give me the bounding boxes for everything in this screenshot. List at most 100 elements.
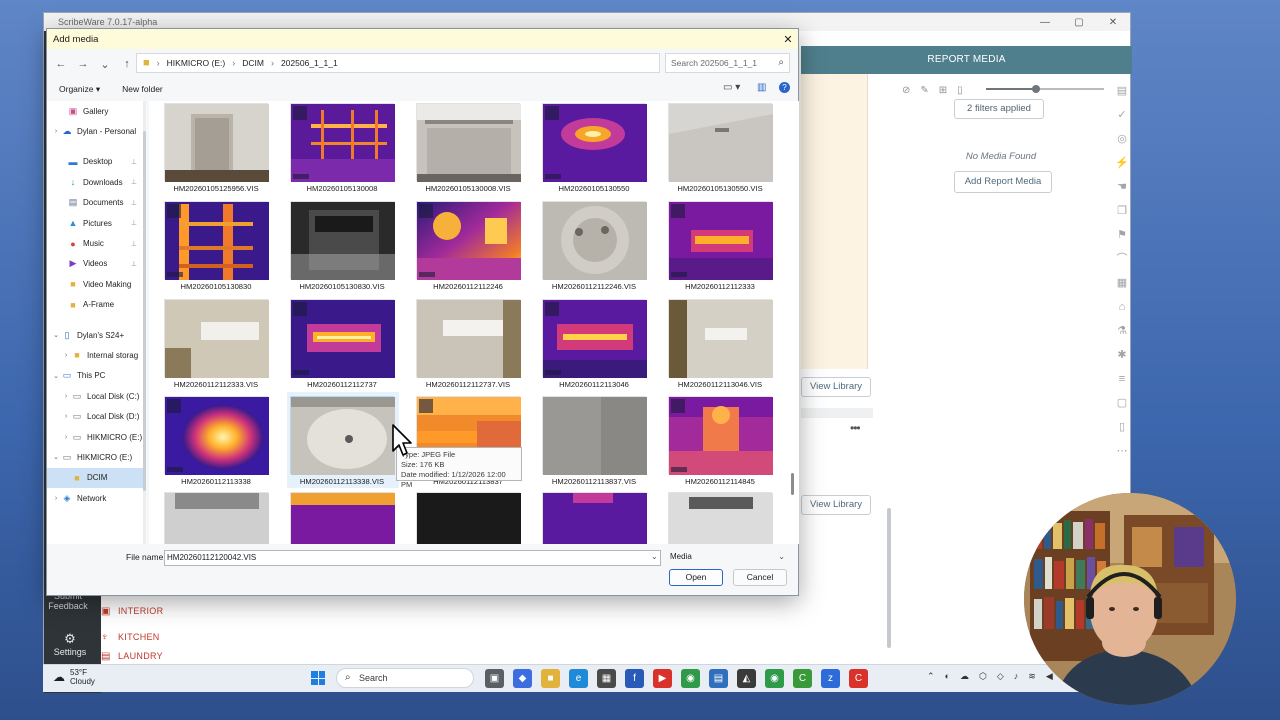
volume-icon[interactable]: ◀ (1046, 671, 1053, 682)
file-tile[interactable] (275, 490, 397, 544)
nav-item[interactable]: › ■ Internal storag (47, 345, 143, 365)
navigation-scrollbar[interactable] (143, 101, 146, 544)
slider-handle[interactable] (1031, 85, 1040, 93)
room-laundry[interactable]: ▤ LAUNDRY (101, 651, 261, 663)
preview-pane-icon[interactable]: ▥ (757, 82, 766, 93)
scribeware-icon[interactable]: C (849, 669, 868, 688)
nav-item[interactable]: ■ Video Making (47, 274, 143, 294)
nav-item[interactable]: ▤ Documents ⊥ (47, 193, 143, 213)
file-tile[interactable]: HM20260112113837.VIS (527, 394, 649, 490)
view-library-button-2[interactable]: View Library (801, 495, 871, 515)
hand-icon[interactable]: ☚ (1117, 179, 1127, 195)
maximize-button[interactable]: ▢ (1062, 17, 1096, 28)
microphone-icon[interactable]: ♪ (1014, 671, 1019, 682)
nav-item[interactable]: ■ A-Frame (47, 295, 143, 315)
store-icon[interactable]: ▦ (597, 669, 616, 688)
file-grid-scrollbar[interactable] (790, 101, 796, 544)
breadcrumb-drive[interactable]: HIKMICRO (E:) (167, 58, 226, 68)
file-explorer-icon[interactable]: ■ (541, 669, 560, 688)
grid-icon[interactable]: ▦ (1117, 275, 1127, 291)
file-tile[interactable]: HM20260112113338.VIS (275, 392, 399, 490)
camtasia-icon[interactable]: C (793, 669, 812, 688)
open-button[interactable]: Open (669, 569, 723, 586)
search-input[interactable]: Search 202506_1_1_1 ⌕ (665, 53, 790, 73)
edge-icon[interactable]: e (569, 669, 588, 688)
room-interior[interactable]: ▣ INTERIOR (101, 600, 261, 622)
settings-button[interactable]: ⚙ Settings (48, 631, 92, 657)
panel-icon[interactable]: ▤ (1117, 83, 1127, 99)
chevron-up-icon[interactable]: ⌃ (927, 671, 935, 682)
file-type-select[interactable]: Media ⌄ (667, 550, 789, 566)
file-tile[interactable]: HM20260112112333.VIS (149, 297, 271, 393)
weather-widget[interactable]: ☁ 53°F Cloudy (53, 668, 95, 686)
close-button[interactable]: ✕ (1096, 17, 1130, 28)
nav-item[interactable]: ▣ Gallery (47, 101, 143, 121)
bug-icon[interactable]: ✱ (1117, 347, 1126, 363)
scroll-thumb[interactable] (791, 473, 794, 495)
start-button[interactable] (311, 671, 325, 685)
back-icon[interactable]: ← (50, 58, 72, 70)
copy-icon[interactable]: ❐ (1117, 203, 1127, 219)
file-tile[interactable]: HM20260112113046.VIS (653, 297, 775, 393)
nav-item[interactable]: › ◈ Network (47, 488, 143, 508)
room-kitchen[interactable]: ♆ KITCHEN (101, 626, 261, 648)
flask-icon[interactable]: ⚗ (1117, 323, 1127, 339)
zoom-icon[interactable]: z (821, 669, 840, 688)
chevron-icon[interactable]: › (51, 495, 61, 502)
nav-item[interactable]: ■ DCIM (47, 467, 143, 489)
tray-app-icon[interactable]: ◐ (945, 671, 950, 682)
file-tile[interactable]: HM20260112112737 (275, 297, 397, 393)
file-tile[interactable]: HM20260105130008.VIS (401, 101, 523, 197)
nav-item[interactable]: › ▭ HIKMICRO (E:) (47, 427, 143, 447)
file-tile[interactable]: HM20260112113338 (149, 394, 271, 490)
nav-item[interactable]: › ▭ Local Disk (D:) (47, 406, 143, 426)
plug-icon[interactable]: ⚡ (1115, 155, 1129, 171)
file-tile[interactable]: HM20260105130550 (527, 101, 649, 197)
file-name-input[interactable]: HM20260112120042.VIS (164, 550, 661, 566)
nav-item[interactable]: ▬ Desktop ⊥ (47, 152, 143, 172)
check-icon[interactable]: ✓ (1117, 107, 1126, 123)
nav-item[interactable]: ⌄ ▭ HIKMICRO (E:) (47, 447, 143, 467)
file-tile[interactable]: HM20260105130550.VIS (653, 101, 775, 197)
task-view-icon[interactable]: ▣ (485, 669, 504, 688)
nav-item[interactable]: › ☁ Dylan - Personal (47, 121, 143, 141)
zoom-slider[interactable] (986, 85, 1104, 93)
run-icon[interactable]: ⚑ (1117, 227, 1127, 243)
file-tile[interactable] (149, 490, 271, 544)
more-icon[interactable]: ⋯ (1117, 443, 1128, 459)
file-tile[interactable]: HM20260105130830.VIS (275, 199, 397, 295)
target-icon[interactable]: ◎ (1117, 131, 1127, 147)
facebook-icon[interactable]: f (625, 669, 644, 688)
copilot-icon[interactable]: ◆ (513, 669, 532, 688)
chrome-icon[interactable]: ◉ (681, 669, 700, 688)
chevron-icon[interactable]: ⌄ (51, 453, 61, 461)
nav-item[interactable]: ⌄ ▯ Dylan's S24+ (47, 325, 143, 345)
nav-item[interactable]: ↓ Downloads ⊥ (47, 172, 143, 192)
chevron-icon[interactable]: ⌄ (51, 331, 61, 339)
nav-item[interactable]: › ▭ Local Disk (C:) (47, 386, 143, 406)
taskbar-search[interactable]: ⌕ Search (336, 668, 474, 688)
breadcrumb-dcim[interactable]: DCIM (242, 58, 264, 68)
history-chevron-icon[interactable]: ⌄ (94, 58, 116, 71)
file-tile[interactable]: HM20260105130008 (275, 101, 397, 197)
file-tile[interactable]: HM20260105130830 (149, 199, 271, 295)
file-tile[interactable] (401, 490, 523, 544)
list-icon[interactable]: ≡ (1119, 371, 1125, 387)
scroll-thumb[interactable] (143, 131, 146, 491)
file-icon[interactable]: ▢ (1117, 395, 1127, 411)
more-options-icon[interactable]: ••• (850, 421, 861, 435)
cancel-button[interactable]: Cancel (733, 569, 787, 586)
add-image-icon[interactable]: ⊞ (939, 85, 947, 96)
file-tile[interactable]: HM20260112112737.VIS (401, 297, 523, 393)
wifi-icon[interactable]: ≋ (1028, 671, 1036, 682)
youtube-icon[interactable]: ▶ (653, 669, 672, 688)
view-library-button[interactable]: View Library (801, 377, 871, 397)
chevron-icon[interactable]: › (61, 434, 71, 441)
file-tile[interactable] (527, 490, 649, 544)
nav-item[interactable]: ● Music ⊥ (47, 233, 143, 253)
chevron-icon[interactable]: › (61, 413, 71, 420)
pencil-icon[interactable]: ✎ (920, 85, 928, 96)
file-tile[interactable]: HM20260112112246.VIS (527, 199, 649, 295)
forward-icon[interactable]: → (72, 58, 94, 70)
file-tile[interactable]: HM20260105125956.VIS (149, 101, 271, 197)
